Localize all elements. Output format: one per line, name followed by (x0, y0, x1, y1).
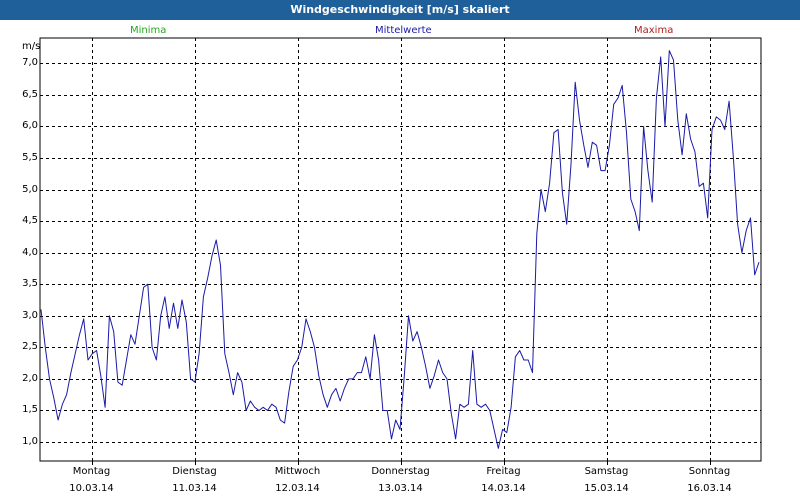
y-tick-label: 6,5 (22, 88, 38, 100)
x-day-label: Donnerstag (371, 466, 430, 477)
y-tick-label: 1,5 (22, 403, 38, 415)
x-day-label: Montag (72, 466, 111, 477)
x-day-label: Sonntag (688, 466, 731, 477)
y-tick-label: 5,5 (22, 151, 38, 163)
y-tick-label: 2,5 (22, 340, 38, 352)
y-tick-label: 5,0 (22, 183, 38, 195)
y-tick-label: 7,0 (22, 56, 38, 68)
x-date-label: 11.03.14 (172, 483, 217, 494)
y-tick-label: 4,0 (22, 246, 38, 258)
chart-plot (39, 37, 762, 465)
x-day-label: Freitag (486, 466, 521, 477)
y-tick-label: 2,0 (22, 372, 38, 384)
y-tick-label: 3,0 (22, 309, 38, 321)
y-tick-label: 6,0 (22, 119, 38, 131)
x-date-label: 15.03.14 (584, 483, 629, 494)
y-tick-label: 3,5 (22, 277, 38, 289)
y-tick-label: 4,5 (22, 214, 38, 226)
x-day-label: Mittwoch (274, 466, 321, 477)
x-date-label: 16.03.14 (687, 483, 732, 494)
x-date-label: 12.03.14 (275, 483, 320, 494)
x-day-label: Samstag (584, 466, 629, 477)
y-tick-label: 1,0 (22, 435, 38, 447)
x-day-label: Dienstag (172, 466, 217, 477)
x-date-label: 10.03.14 (69, 483, 114, 494)
plot-frame (39, 37, 762, 462)
x-date-label: 14.03.14 (481, 483, 526, 494)
x-date-label: 13.03.14 (378, 483, 423, 494)
